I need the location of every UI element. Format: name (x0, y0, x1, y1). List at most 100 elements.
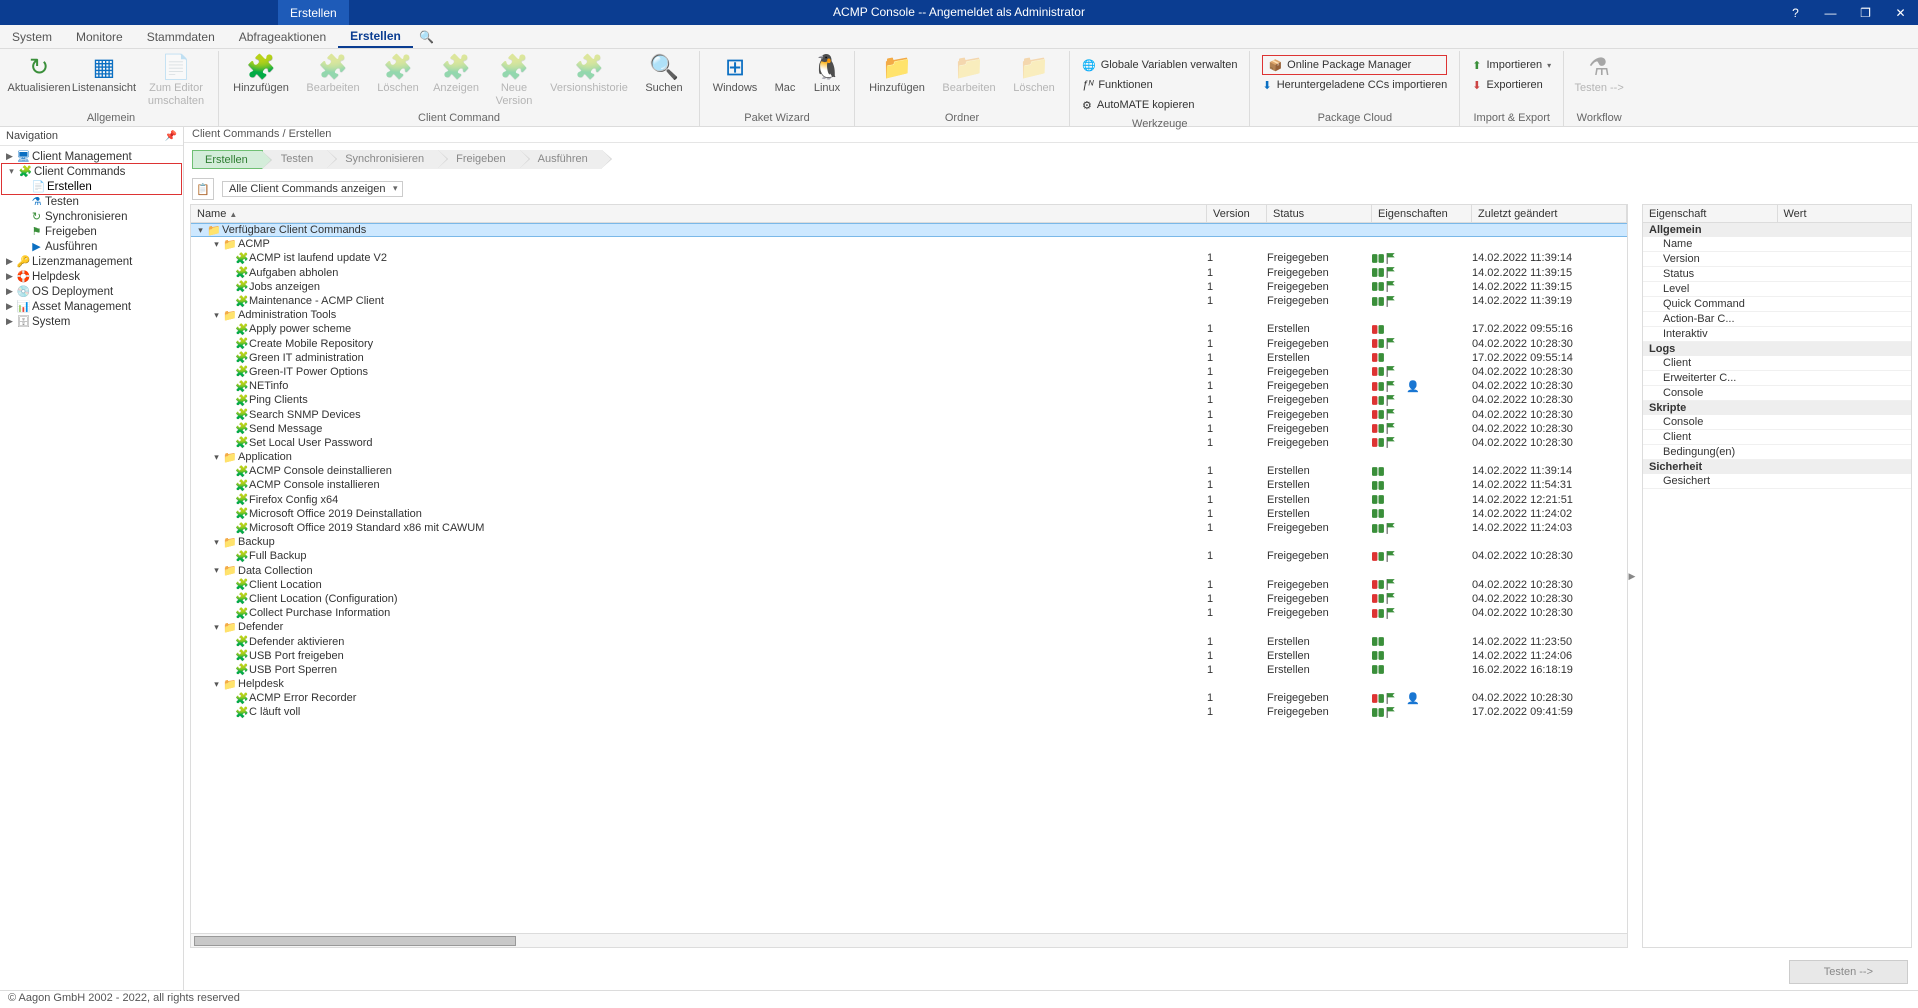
props-row[interactable]: Erweiterter C... (1643, 371, 1911, 386)
step-erstellen[interactable]: Erstellen (192, 150, 263, 169)
props-row[interactable]: Interaktiv (1643, 327, 1911, 342)
group-backup[interactable]: ▾📁Backup (191, 535, 1627, 549)
table-row[interactable]: 🧩NETinfo1Freigegeben👤04.02.2022 10:28:30 (191, 379, 1627, 393)
table-row[interactable]: 🧩Set Local User Password1Freigegeben04.0… (191, 436, 1627, 450)
table-row[interactable]: 🧩Client Location (Configuration)1Freigeg… (191, 592, 1627, 606)
nav-erstellen[interactable]: 📄Erstellen (2, 179, 181, 194)
wiz-linux-button[interactable]: 🐧Linux (806, 53, 848, 95)
step-ausfuehren[interactable]: Ausführen (520, 150, 602, 169)
wiz-mac-button[interactable]: Mac (764, 53, 806, 95)
cc-search-button[interactable]: 🔍Suchen (635, 53, 693, 95)
filter-select[interactable]: Alle Client Commands anzeigen (222, 181, 403, 197)
tool-funktionen[interactable]: ƒᴺFunktionen (1082, 75, 1237, 95)
cc-newversion-button[interactable]: 🧩Neue Version (485, 53, 543, 107)
cc-delete-button[interactable]: 🧩Löschen (369, 53, 427, 95)
to-editor-button[interactable]: 📄Zum Editor umschalten (140, 53, 212, 107)
table-row[interactable]: 🧩C läuft voll1Freigegeben17.02.2022 09:4… (191, 705, 1627, 719)
table-row[interactable]: 🧩Aufgaben abholen1Freigegeben14.02.2022 … (191, 266, 1627, 280)
props-row[interactable]: Client (1643, 430, 1911, 445)
listview-button[interactable]: ▦Listenansicht (68, 53, 140, 95)
import-button[interactable]: ⬆Importieren▾ (1472, 55, 1551, 75)
table-row[interactable]: 🧩USB Port Sperren1Erstellen16.02.2022 16… (191, 663, 1627, 677)
menu-tab-system[interactable]: System (0, 25, 64, 48)
table-row[interactable]: 🧩Firefox Config x641Erstellen14.02.2022 … (191, 493, 1627, 507)
table-row[interactable]: 🧩ACMP ist laufend update V21Freigegeben1… (191, 251, 1627, 265)
group-root[interactable]: ▾📁Verfügbare Client Commands (191, 223, 1627, 237)
nav-system[interactable]: ▶🗄System (0, 314, 183, 329)
props-row[interactable]: Client (1643, 356, 1911, 371)
minimize-button[interactable]: — (1813, 0, 1848, 25)
nav-testen[interactable]: ⚗Testen (0, 194, 183, 209)
col-date[interactable]: Zuletzt geändert (1472, 205, 1627, 223)
menu-search-button[interactable]: 🔍 (413, 25, 441, 48)
cc-show-button[interactable]: 🧩Anzeigen (427, 53, 485, 95)
group-defender[interactable]: ▾📁Defender (191, 620, 1627, 634)
nav-sync[interactable]: ↻Synchronisieren (0, 209, 183, 224)
menu-tab-monitore[interactable]: Monitore (64, 25, 135, 48)
props-row[interactable]: Level (1643, 282, 1911, 297)
group-application[interactable]: ▾📁Application (191, 450, 1627, 464)
table-row[interactable]: 🧩Jobs anzeigen1Freigegeben14.02.2022 11:… (191, 280, 1627, 294)
maximize-button[interactable]: ❐ (1848, 0, 1883, 25)
props-row[interactable]: Bedingung(en) (1643, 445, 1911, 460)
table-row[interactable]: 🧩ACMP Console installieren1Erstellen14.0… (191, 478, 1627, 492)
col-name[interactable]: Name ▲ (191, 205, 1207, 223)
h-scrollbar[interactable] (191, 933, 1627, 947)
menu-tab-abfrageaktionen[interactable]: Abfrageaktionen (227, 25, 338, 48)
cc-add-button[interactable]: 🧩Hinzufügen (225, 53, 297, 95)
props-row[interactable]: Quick Command (1643, 297, 1911, 312)
props-row[interactable]: Status (1643, 267, 1911, 282)
collapse-handle-icon[interactable]: ▶ (1629, 571, 1636, 582)
table-row[interactable]: 🧩Maintenance - ACMP Client1Freigegeben14… (191, 294, 1627, 308)
props-col-prop[interactable]: Eigenschaft (1643, 205, 1778, 222)
menu-tab-stammdaten[interactable]: Stammdaten (135, 25, 227, 48)
step-sync[interactable]: Synchronisieren (327, 150, 438, 169)
workflow-testen-button[interactable]: ⚗Testen --> (1570, 53, 1628, 95)
nav-client-commands[interactable]: ▾🧩Client Commands (2, 164, 181, 179)
filter-icon-button[interactable]: 📋 (192, 178, 214, 200)
help-button[interactable]: ? (1778, 0, 1813, 25)
pkg-opm[interactable]: 📦Online Package Manager (1262, 55, 1447, 75)
table-row[interactable]: 🧩Microsoft Office 2019 Deinstallation1Er… (191, 507, 1627, 521)
folder-edit-button[interactable]: 📁Bearbeiten (933, 53, 1005, 95)
nav-osd[interactable]: ▶💿OS Deployment (0, 284, 183, 299)
props-row[interactable]: Name (1643, 237, 1911, 252)
testen-button[interactable]: Testen --> (1789, 960, 1908, 984)
col-version[interactable]: Version (1207, 205, 1267, 223)
table-row[interactable]: 🧩Create Mobile Repository1Freigegeben04.… (191, 337, 1627, 351)
table-row[interactable]: 🧩Full Backup1Freigegeben04.02.2022 10:28… (191, 549, 1627, 563)
table-row[interactable]: 🧩Ping Clients1Freigegeben04.02.2022 10:2… (191, 393, 1627, 407)
col-eigenschaften[interactable]: Eigenschaften (1372, 205, 1472, 223)
table-row[interactable]: 🧩Green IT administration1Erstellen17.02.… (191, 351, 1627, 365)
table-row[interactable]: 🧩ACMP Console deinstallieren1Erstellen14… (191, 464, 1627, 478)
nav-freigeben[interactable]: ⚑Freigeben (0, 224, 183, 239)
tool-automate[interactable]: ⚙AutoMATE kopieren (1082, 95, 1237, 115)
table-row[interactable]: 🧩Send Message1Freigegeben04.02.2022 10:2… (191, 422, 1627, 436)
step-freigeben[interactable]: Freigeben (438, 150, 520, 169)
props-col-val[interactable]: Wert (1778, 205, 1912, 222)
close-button[interactable]: ✕ (1883, 0, 1918, 25)
col-status[interactable]: Status (1267, 205, 1372, 223)
cc-edit-button[interactable]: 🧩Bearbeiten (297, 53, 369, 95)
nav-ausfuehren[interactable]: ▶Ausführen (0, 239, 183, 254)
cc-history-button[interactable]: 🧩Versionshistorie (543, 53, 635, 95)
table-row[interactable]: 🧩Microsoft Office 2019 Standard x86 mit … (191, 521, 1627, 535)
table-row[interactable]: 🧩Client Location1Freigegeben04.02.2022 1… (191, 578, 1627, 592)
refresh-button[interactable]: ↻Aktualisieren (10, 53, 68, 95)
props-row[interactable]: Version (1643, 252, 1911, 267)
props-row[interactable]: Gesichert (1643, 474, 1911, 489)
group-data-collection[interactable]: ▾📁Data Collection (191, 564, 1627, 578)
folder-add-button[interactable]: 📁Hinzufügen (861, 53, 933, 95)
nav-helpdesk[interactable]: ▶🛟Helpdesk (0, 269, 183, 284)
step-testen[interactable]: Testen (263, 150, 327, 169)
tool-globalvar[interactable]: 🌐Globale Variablen verwalten (1082, 55, 1237, 75)
group-acmp[interactable]: ▾📁ACMP (191, 237, 1627, 251)
nav-client-management[interactable]: ▶🖥Client Management (0, 149, 183, 164)
table-row[interactable]: 🧩USB Port freigeben1Erstellen14.02.2022 … (191, 649, 1627, 663)
table-row[interactable]: 🧩Search SNMP Devices1Freigegeben04.02.20… (191, 407, 1627, 421)
table-row[interactable]: 🧩Defender aktivieren1Erstellen14.02.2022… (191, 634, 1627, 648)
props-row[interactable]: Action-Bar C... (1643, 312, 1911, 327)
export-button[interactable]: ⬇Exportieren (1472, 75, 1551, 95)
group-helpdesk[interactable]: ▾📁Helpdesk (191, 677, 1627, 691)
table-row[interactable]: 🧩ACMP Error Recorder1Freigegeben👤04.02.2… (191, 691, 1627, 705)
